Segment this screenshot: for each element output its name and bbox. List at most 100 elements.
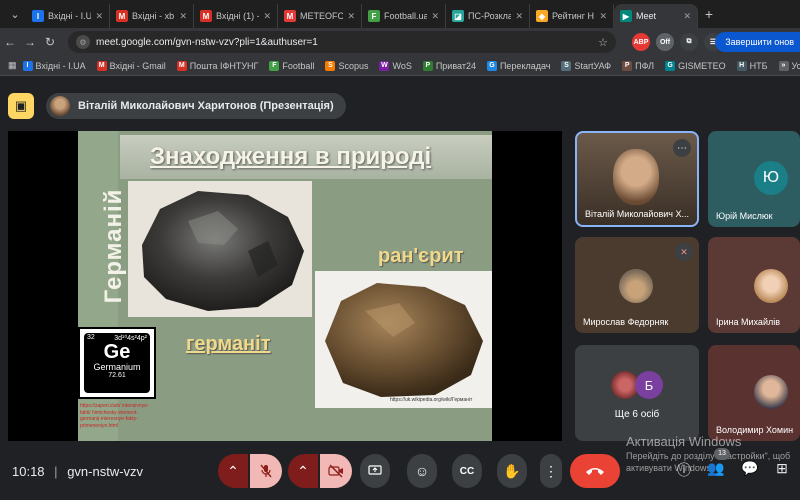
video-options-chevron-icon[interactable]: ⌃ xyxy=(288,454,318,488)
tab-close-icon[interactable]: ✕ xyxy=(431,11,439,22)
participants-count-badge: 13 xyxy=(714,448,730,460)
bookmark-favicon-icon: W xyxy=(379,60,390,71)
tab-5[interactable]: ◪ ПС-Розклад ✕ xyxy=(446,4,530,28)
tab-label: METEOFOR xyxy=(300,11,343,21)
participant-name: Мирослав Федорняк xyxy=(583,317,669,327)
tab-7[interactable]: ▶ Meet ✕ xyxy=(614,4,698,28)
tab-label: Meet xyxy=(636,11,657,21)
more-options-button[interactable]: ⋮ xyxy=(540,454,562,488)
bookmark-item[interactable]: P Приват24 xyxy=(422,60,476,71)
bookmark-label: Приват24 xyxy=(435,60,476,71)
bookmark-favicon-icon: P xyxy=(422,60,433,71)
address-url: meet.google.com/gvn-nstw-vzv?pli=1&authu… xyxy=(96,36,318,48)
bookmark-item[interactable]: P ПФЛ xyxy=(622,60,655,71)
ranerite-rock-image xyxy=(315,271,492,408)
tab-6[interactable]: ◈ Рейтинг Н ✕ xyxy=(530,4,614,28)
back-arrow-icon[interactable]: ← xyxy=(0,35,20,49)
bookmark-favicon-icon: S xyxy=(561,60,572,71)
tab-0[interactable]: I Вхідні - I.UA ✕ xyxy=(26,4,110,28)
tab-favicon-icon: ◈ xyxy=(536,10,548,22)
more-options-icon[interactable]: ⋯ xyxy=(673,139,691,157)
bookmark-star-icon[interactable]: ☆ xyxy=(598,36,608,49)
activities-icon[interactable]: ⊞ xyxy=(770,460,794,477)
bookmark-favicon-icon: G xyxy=(665,60,676,71)
finish-update-button[interactable]: Завершити онов xyxy=(715,32,800,52)
participant-tile-others[interactable]: Б Ще 6 осіб xyxy=(575,345,699,441)
presentation-slide: Германій Знаходження в природі ран'єрит … xyxy=(78,131,492,441)
bookmark-item[interactable]: F Football xyxy=(269,60,314,71)
extension-icon[interactable]: ABP xyxy=(632,33,650,51)
tab-favicon-icon: ◪ xyxy=(452,10,464,22)
slide-vertical-title: Германій xyxy=(100,188,127,304)
tab-close-icon[interactable]: ✕ xyxy=(599,11,607,22)
present-screen-button[interactable] xyxy=(360,454,390,488)
bookmark-item[interactable]: M Пошта ІФНТУНГ xyxy=(176,60,258,71)
bookmark-item[interactable]: S StartУАФ xyxy=(561,60,612,71)
bookmark-label: ПФЛ xyxy=(635,60,655,71)
bookmark-item[interactable]: S Scopus xyxy=(325,60,369,71)
tab-close-icon[interactable]: ✕ xyxy=(263,11,271,22)
bookmark-label: Scopus xyxy=(338,60,369,71)
presenter-pill[interactable]: Віталій Миколайович Харитонов (Презентац… xyxy=(46,93,346,119)
bookmark-item[interactable]: W WoS xyxy=(379,60,412,71)
camera-off-icon xyxy=(328,464,343,478)
microphone-off-button[interactable] xyxy=(250,454,282,488)
site-info-icon[interactable]: ⚙ xyxy=(76,35,90,49)
people-button[interactable]: 👥 13 xyxy=(704,448,730,477)
slide-citation-right: https://uk.wikipedia.org/wiki/Германіт xyxy=(390,397,473,403)
extension-icon[interactable]: Off xyxy=(656,33,674,51)
raise-hand-button[interactable]: ✋ xyxy=(497,454,527,488)
tab-4[interactable]: F Football.ua ✕ xyxy=(362,4,446,28)
hand-icon: ✋ xyxy=(503,462,521,479)
label-ranerite: ран'єрит xyxy=(378,245,464,267)
bookmark-item[interactable]: G GISMETEO xyxy=(665,60,726,71)
tab-search-chevron-icon[interactable]: ⌄ xyxy=(4,3,26,25)
reload-icon[interactable]: ↻ xyxy=(40,35,60,49)
tab-close-icon[interactable]: ✕ xyxy=(347,11,355,22)
extension-icon[interactable]: ⧉ xyxy=(680,33,698,51)
bookmark-label: WoS xyxy=(392,60,412,71)
chat-icon[interactable]: 💬 xyxy=(738,460,762,477)
tab-3[interactable]: M METEOFOR ✕ xyxy=(278,4,362,28)
tab-close-icon[interactable]: ✕ xyxy=(95,11,103,22)
germanium-element-tile: 32 3d¹⁰4s²4p² Ge Germanium 72.61 xyxy=(78,327,156,399)
bookmark-item[interactable]: I Вхідні - I.UA xyxy=(22,60,86,71)
bookmark-label: StartУАФ xyxy=(574,60,612,71)
bookmark-label: GISMETEO xyxy=(678,60,726,71)
tab-2[interactable]: M Вхідні (1) - ✕ xyxy=(194,4,278,28)
participant-video xyxy=(613,149,659,205)
address-bar[interactable]: ⚙ meet.google.com/gvn-nstw-vzv?pli=1&aut… xyxy=(68,31,616,53)
participant-tile-myroslav[interactable]: ✕ Мирослав Федорняк xyxy=(575,237,699,333)
germanite-rock-image xyxy=(128,181,312,317)
tab-label: Рейтинг Н xyxy=(552,11,595,21)
captions-button[interactable]: CC xyxy=(452,454,482,488)
apps-grid-icon[interactable]: ▦ xyxy=(8,60,17,71)
audio-options-chevron-icon[interactable]: ⌃ xyxy=(218,454,248,488)
forward-arrow-icon[interactable]: → xyxy=(20,35,40,49)
participant-tile-yurii[interactable]: Ю Юрій Мислюк xyxy=(708,131,800,227)
element-symbol: Ge xyxy=(103,341,131,363)
leave-call-button[interactable] xyxy=(570,454,620,488)
new-tab-button[interactable]: + xyxy=(698,6,720,22)
bookmark-item[interactable]: Н НТБ xyxy=(736,60,768,71)
mic-off-icon xyxy=(260,464,272,478)
bookmark-item[interactable]: G Перекладач xyxy=(486,60,550,71)
tab-close-icon[interactable]: ✕ xyxy=(515,11,523,22)
presentation-header: ▣ Віталій Миколайович Харитонов (Презент… xyxy=(8,93,346,119)
bookmark-item[interactable]: »Усі xyxy=(778,60,800,71)
tab-close-icon[interactable]: ✕ xyxy=(179,11,187,22)
participant-tile-volodymyr[interactable]: Володимир Хомин xyxy=(708,345,800,441)
meeting-details-info-icon[interactable]: ⓘ xyxy=(672,460,696,480)
captions-icon: CC xyxy=(459,465,475,477)
tab-1[interactable]: M Вхідні - xb ✕ xyxy=(110,4,194,28)
presenter-name: Віталій Миколайович Харитонов (Презентац… xyxy=(78,100,334,112)
camera-off-button[interactable] xyxy=(320,454,352,488)
bookmark-favicon-icon: » xyxy=(778,60,789,71)
tab-close-icon[interactable]: ✕ xyxy=(683,11,691,22)
participant-tile-presenter[interactable]: ⋯ Віталій Миколайович Х... xyxy=(575,131,699,227)
participant-tile-iryna[interactable]: Ірина Михайлів xyxy=(708,237,800,333)
participant-name: Юрій Мислюк xyxy=(716,211,773,221)
tab-label: Football.ua xyxy=(384,11,428,21)
bookmark-item[interactable]: M Вхідні - Gmail xyxy=(96,60,166,71)
reactions-button[interactable]: ☺ xyxy=(407,454,437,488)
